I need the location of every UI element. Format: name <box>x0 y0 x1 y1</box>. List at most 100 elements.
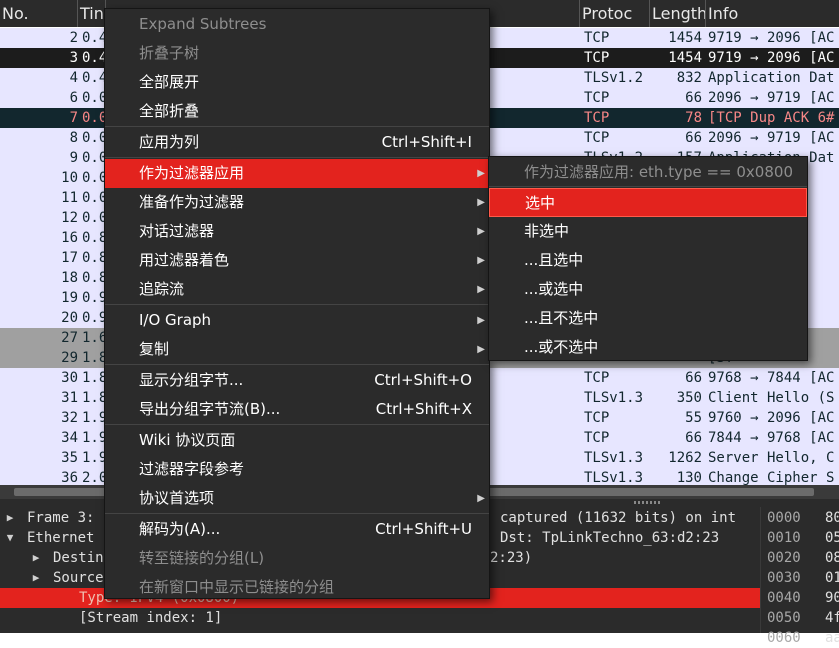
column-header-protocol[interactable]: Protoc <box>580 0 650 27</box>
bytes-row[interactable]: 0020 08 <box>767 548 839 568</box>
menu-item-9[interactable]: 用过滤器着色 ▶ <box>105 246 489 275</box>
packet-number: 16 <box>61 230 78 246</box>
byte-hex: 90 <box>825 590 839 606</box>
packet-number: 32 <box>61 410 78 426</box>
menu-item-6[interactable]: 作为过滤器应用 ▶ <box>105 159 489 188</box>
packet-number: 3 <box>69 50 78 66</box>
collapsed-arrow-icon[interactable]: ▶ <box>4 508 16 528</box>
column-header-no[interactable]: No. <box>0 0 78 27</box>
packet-number: 29 <box>61 350 78 366</box>
submenu-item-2[interactable]: 选中 <box>489 188 807 217</box>
byte-hex: aa <box>825 630 839 646</box>
packet-length: 55 <box>685 410 702 426</box>
menu-item-12[interactable]: 复制 ▶ <box>105 335 489 364</box>
collapsed-arrow-icon[interactable]: ▶ <box>30 548 42 568</box>
menu-item-17[interactable]: 协议首选项 ▶ <box>105 484 489 513</box>
packet-protocol: TCP <box>584 430 610 446</box>
menu-item-i-o-graph[interactable]: I/O Graph ▶ <box>105 306 489 335</box>
menu-item-7[interactable]: 准备作为过滤器 ▶ <box>105 188 489 217</box>
packet-info: 7844 → 9768 [AC <box>708 430 835 446</box>
packet-protocol: TLSv1.2 <box>584 70 644 86</box>
detail-label: [Stream index: 1] <box>79 610 223 626</box>
menu-item-shortcut: Ctrl+Shift+X <box>375 400 472 418</box>
submenu-arrow-icon: ▶ <box>477 168 485 179</box>
menu-item-label: 追踪流 <box>139 280 185 298</box>
bytes-row[interactable]: 0050 4f <box>767 608 839 628</box>
menu-separator <box>105 304 489 305</box>
bytes-row[interactable]: 0000 80 <box>767 508 839 528</box>
packet-info: Change Cipher S <box>708 470 835 485</box>
packet-length: 66 <box>685 370 702 386</box>
submenu-item-label: 非选中 <box>524 222 570 240</box>
column-header-time[interactable]: Tin <box>78 0 106 27</box>
menu-item-b[interactable]: 导出分组字节流(B)... Ctrl+Shift+X <box>105 395 489 424</box>
column-header-length[interactable]: Length <box>650 0 706 27</box>
packet-length: 1454 <box>668 30 702 46</box>
menu-separator <box>489 186 807 187</box>
bytes-row[interactable]: 0060 aa <box>767 628 839 648</box>
menu-item-label: 过滤器字段参考 <box>139 460 245 478</box>
menu-item-wiki[interactable]: Wiki 协议页面 <box>105 426 489 455</box>
byte-hex: 01 <box>825 570 839 586</box>
splitter-grip[interactable] <box>634 501 660 504</box>
bytes-row[interactable]: 0030 01 <box>767 568 839 588</box>
menu-item-label: 折叠子树 <box>139 44 200 62</box>
menu-item-10[interactable]: 追踪流 ▶ <box>105 275 489 304</box>
column-header-info[interactable]: Info <box>706 0 839 27</box>
packet-bytes-pane[interactable]: 0000 80 0010 05 0020 08 0030 01 0040 90 0050 4f 0060… <box>760 507 839 646</box>
packet-length: 78 <box>685 110 702 126</box>
submenu-item-4[interactable]: ...且选中 <box>489 246 807 275</box>
menu-item-3[interactable]: 全部展开 <box>105 68 489 97</box>
bytes-row[interactable]: 0040 90 <box>767 588 839 608</box>
bytes-row[interactable]: 0010 05 <box>767 528 839 548</box>
packet-info: 9768 → 7844 [AC <box>708 370 835 386</box>
byte-hex: 05 <box>825 530 839 546</box>
menu-item-shortcut: Ctrl+Shift+O <box>374 371 472 389</box>
packet-info: 9760 → 2096 [AC <box>708 410 835 426</box>
submenu-arrow-icon: ▶ <box>477 226 485 237</box>
packet-protocol: TCP <box>584 110 610 126</box>
menu-item-5[interactable]: 应用为列 Ctrl+Shift+I <box>105 128 489 157</box>
menu-item-8[interactable]: 对话过滤器 ▶ <box>105 217 489 246</box>
menu-item-16[interactable]: 过滤器字段参考 <box>105 455 489 484</box>
packet-protocol: TCP <box>584 30 610 46</box>
packet-number: 9 <box>69 150 78 166</box>
packet-number: 36 <box>61 470 78 485</box>
packet-length: 832 <box>676 70 702 86</box>
packet-number: 18 <box>61 270 78 286</box>
expanded-arrow-icon[interactable]: ▼ <box>4 528 16 548</box>
packet-number: 31 <box>61 390 78 406</box>
packet-number: 6 <box>69 90 78 106</box>
menu-item-4[interactable]: 全部折叠 <box>105 97 489 126</box>
packet-length: 1454 <box>668 50 702 66</box>
submenu-item-7[interactable]: ...或不选中 <box>489 333 807 362</box>
submenu-item-5[interactable]: ...或选中 <box>489 275 807 304</box>
byte-offset: 0050 <box>767 610 801 626</box>
packet-length: 130 <box>676 470 702 485</box>
packet-info: 2096 → 9719 [AC <box>708 90 835 106</box>
menu-item-13[interactable]: 显示分组字节... Ctrl+Shift+O <box>105 366 489 395</box>
submenu-item-label: 作为过滤器应用: eth.type == 0x0800 <box>524 163 793 181</box>
menu-item-shortcut: Ctrl+Shift+I <box>381 133 472 151</box>
packet-protocol: TCP <box>584 90 610 106</box>
submenu-item-3[interactable]: 非选中 <box>489 217 807 246</box>
byte-hex: 80 <box>825 510 839 526</box>
apply-as-filter-submenu: 作为过滤器应用: eth.type == 0x0800 选中非选中 ...且选中..… <box>488 156 808 361</box>
menu-item-a[interactable]: 解码为(A)... Ctrl+Shift+U <box>105 515 489 544</box>
collapsed-arrow-icon[interactable]: ▶ <box>30 568 42 588</box>
packet-info: Server Hello, C <box>708 450 835 466</box>
byte-hex: 08 <box>825 550 839 566</box>
packet-info: Application Dat <box>708 70 835 86</box>
menu-item-label: 导出分组字节流(B)... <box>139 400 281 418</box>
menu-separator <box>105 126 489 127</box>
detail-row[interactable]: [Stream index: 1] <box>0 608 760 628</box>
menu-item-l: 转至链接的分组(L) <box>105 544 489 573</box>
packet-number: 30 <box>61 370 78 386</box>
packet-number: 19 <box>61 290 78 306</box>
packet-length: 350 <box>676 390 702 406</box>
submenu-item-6[interactable]: ...且不选中 <box>489 304 807 333</box>
submenu-arrow-icon: ▶ <box>477 197 485 208</box>
submenu-arrow-icon: ▶ <box>477 493 485 504</box>
menu-item-label: 协议首选项 <box>139 489 215 507</box>
byte-offset: 0060 <box>767 630 801 646</box>
